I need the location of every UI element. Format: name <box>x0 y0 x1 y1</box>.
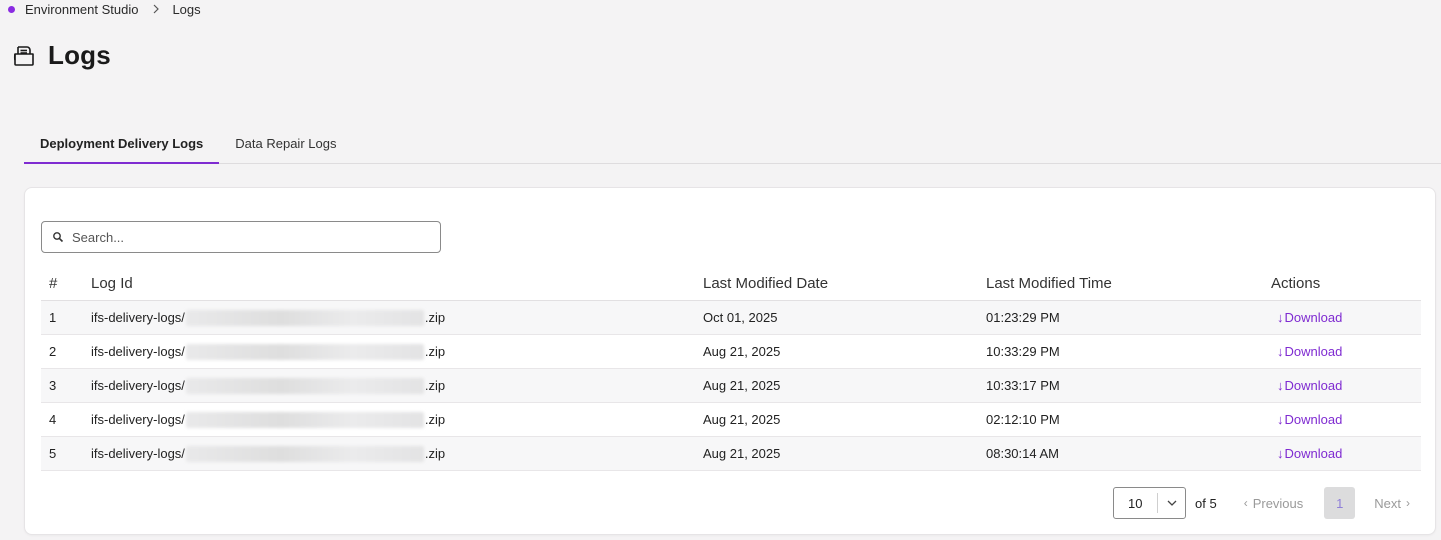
table-row: 3 ifs-delivery-logs/ .zip Aug 21, 2025 10… <box>41 369 1421 403</box>
download-label: Download <box>1284 412 1343 427</box>
download-button[interactable]: ↓ Download <box>1271 310 1342 325</box>
page-size-value: 10 <box>1128 495 1143 511</box>
search-box[interactable] <box>41 221 441 253</box>
chevron-down-icon <box>1157 493 1185 513</box>
log-id-prefix: ifs-delivery-logs/ <box>91 446 185 461</box>
chevron-right-icon: › <box>1406 496 1410 510</box>
time-cell: 08:30:14 AM <box>986 446 1059 461</box>
download-button[interactable]: ↓ Download <box>1271 378 1342 393</box>
table-row: 4 ifs-delivery-logs/ .zip Aug 21, 2025 02… <box>41 403 1421 437</box>
download-arrow-icon: ↓ <box>1277 446 1284 461</box>
time-cell: 01:23:29 PM <box>986 310 1060 325</box>
actions-cell: ↓ Download <box>1271 310 1421 325</box>
download-arrow-icon: ↓ <box>1277 344 1284 359</box>
redacted-text <box>185 411 424 428</box>
header-last-modified-date[interactable]: Last Modified Date <box>703 275 986 292</box>
page-number-button[interactable]: 1 <box>1324 487 1356 519</box>
breadcrumb-environment-studio[interactable]: Environment Studio <box>25 2 138 17</box>
next-label: Next <box>1374 495 1401 511</box>
table-body: 1 ifs-delivery-logs/ .zip Oct 01, 2025 01… <box>41 301 1421 471</box>
download-label: Download <box>1284 446 1343 461</box>
actions-cell: ↓ Download <box>1271 446 1421 461</box>
header-last-modified-time[interactable]: Last Modified Time <box>986 275 1271 292</box>
breadcrumb: Environment Studio Logs <box>8 1 201 17</box>
download-label: Download <box>1284 378 1343 393</box>
redacted-text <box>185 343 424 360</box>
redacted-text <box>185 309 424 326</box>
download-button[interactable]: ↓ Download <box>1271 344 1342 359</box>
log-id-cell: ifs-delivery-logs/ .zip <box>91 445 703 462</box>
logs-icon <box>12 44 36 68</box>
table-row: 2 ifs-delivery-logs/ .zip Aug 21, 2025 10… <box>41 335 1421 369</box>
table-header: # Log Id Last Modified Date Last Modifie… <box>41 266 1421 301</box>
header-actions: Actions <box>1271 274 1321 292</box>
log-id-prefix: ifs-delivery-logs/ <box>91 378 185 393</box>
log-id-prefix: ifs-delivery-logs/ <box>91 344 185 359</box>
date-cell: Aug 21, 2025 <box>703 412 781 427</box>
actions-cell: ↓ Download <box>1271 378 1421 393</box>
page-count: of 5 <box>1195 495 1217 511</box>
previous-label: Previous <box>1252 495 1304 511</box>
search-icon <box>52 231 64 243</box>
date-cell: Aug 21, 2025 <box>703 378 781 393</box>
log-id-suffix: .zip <box>424 310 446 325</box>
header-num: # <box>49 274 58 292</box>
log-id-prefix: ifs-delivery-logs/ <box>91 310 185 325</box>
redacted-text <box>185 445 424 462</box>
time-cell: 10:33:29 PM <box>986 344 1060 359</box>
row-number: 1 <box>49 310 57 325</box>
log-id-cell: ifs-delivery-logs/ .zip <box>91 343 703 360</box>
log-id-prefix: ifs-delivery-logs/ <box>91 412 185 427</box>
date-cell: Oct 01, 2025 <box>703 310 778 325</box>
download-label: Download <box>1284 344 1343 359</box>
tab-bar: Deployment Delivery Logs Data Repair Log… <box>24 126 1441 164</box>
header-log-id[interactable]: Log Id <box>91 275 703 292</box>
page-size-select[interactable]: 10 <box>1113 487 1186 519</box>
download-arrow-icon: ↓ <box>1277 378 1284 393</box>
row-number: 5 <box>49 446 57 461</box>
next-page-button[interactable]: Next › <box>1374 496 1415 511</box>
log-id-suffix: .zip <box>424 344 446 359</box>
row-number: 3 <box>49 378 57 393</box>
tab-data-repair-logs[interactable]: Data Repair Logs <box>219 126 352 163</box>
log-id-cell: ifs-delivery-logs/ .zip <box>91 377 703 394</box>
table-row: 1 ifs-delivery-logs/ .zip Oct 01, 2025 01… <box>41 301 1421 335</box>
row-number: 4 <box>49 412 57 427</box>
log-id-cell: ifs-delivery-logs/ .zip <box>91 411 703 428</box>
log-id-suffix: .zip <box>424 412 446 427</box>
table-row: 5 ifs-delivery-logs/ .zip Aug 21, 2025 08… <box>41 437 1421 471</box>
log-id-cell: ifs-delivery-logs/ .zip <box>91 309 703 326</box>
time-cell: 02:12:10 PM <box>986 412 1060 427</box>
log-id-suffix: .zip <box>424 446 446 461</box>
search-input[interactable] <box>72 229 432 245</box>
date-cell: Aug 21, 2025 <box>703 446 781 461</box>
download-button[interactable]: ↓ Download <box>1271 412 1342 427</box>
actions-cell: ↓ Download <box>1271 344 1421 359</box>
download-label: Download <box>1284 310 1343 325</box>
date-cell: Aug 21, 2025 <box>703 344 781 359</box>
download-button[interactable]: ↓ Download <box>1271 446 1342 461</box>
environment-dot-icon <box>8 5 15 13</box>
tab-deployment-delivery-logs[interactable]: Deployment Delivery Logs <box>24 126 220 164</box>
breadcrumb-logs: Logs <box>172 1 201 17</box>
download-arrow-icon: ↓ <box>1277 412 1284 427</box>
logs-table: # Log Id Last Modified Date Last Modifie… <box>41 266 1421 471</box>
log-id-suffix: .zip <box>424 378 446 393</box>
redacted-text <box>185 377 424 394</box>
time-cell: 10:33:17 PM <box>986 378 1060 393</box>
logs-card: # Log Id Last Modified Date Last Modifie… <box>24 187 1436 535</box>
row-number: 2 <box>49 344 57 359</box>
actions-cell: ↓ Download <box>1271 412 1421 427</box>
page-title: Logs <box>48 40 111 70</box>
pagination: 10 of 5 ‹ Previous 1 Next › <box>1113 487 1415 519</box>
previous-page-button[interactable]: ‹ Previous <box>1239 496 1304 511</box>
page-header: Logs <box>12 40 111 71</box>
download-arrow-icon: ↓ <box>1277 310 1284 325</box>
chevron-left-icon: ‹ <box>1243 496 1248 510</box>
chevron-right-icon <box>152 4 160 14</box>
